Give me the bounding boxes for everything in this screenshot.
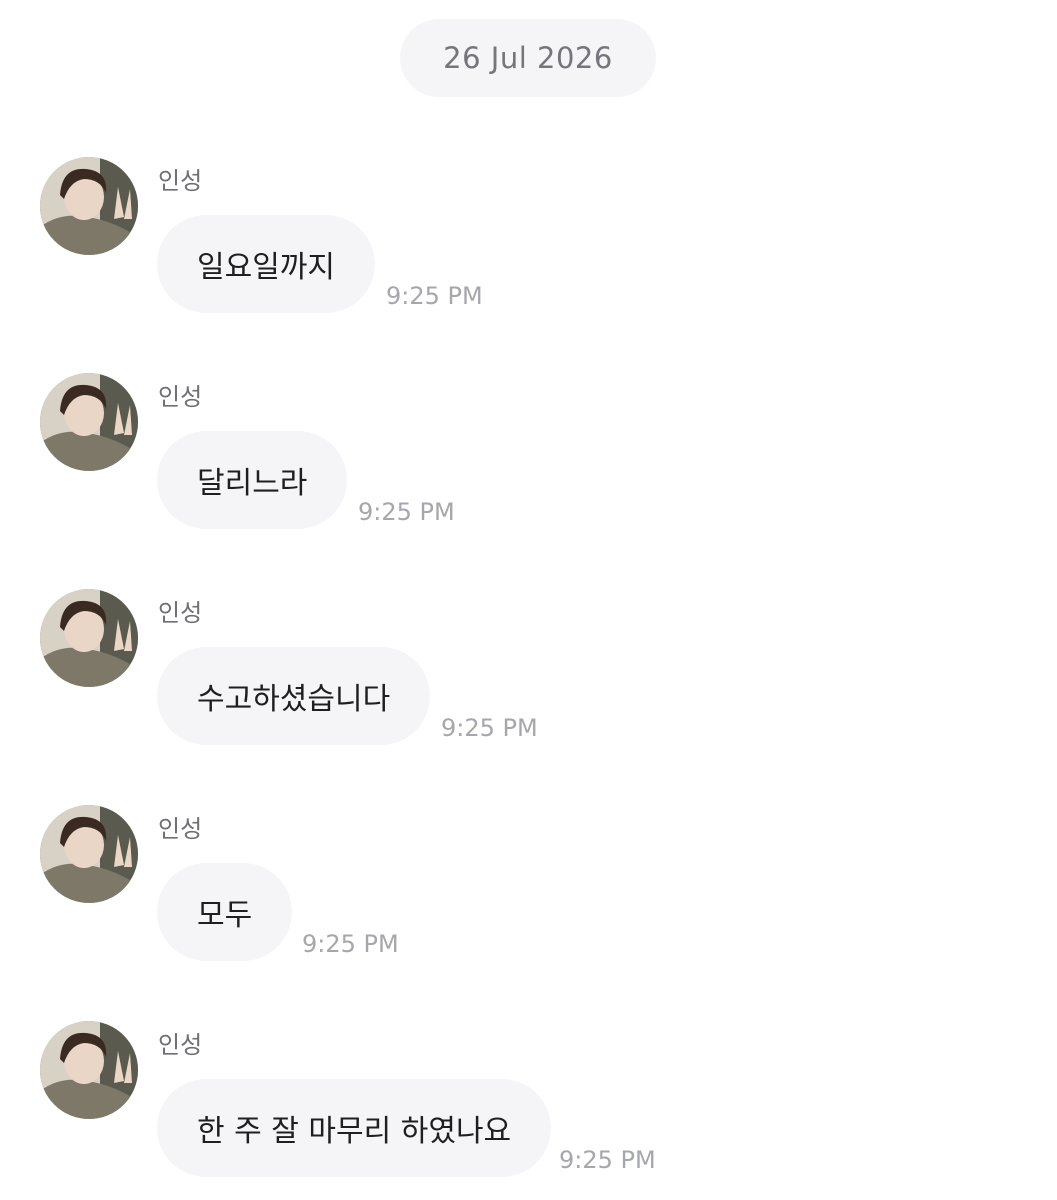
sender-name: 인성	[158, 383, 203, 411]
message-timestamp: 9:25 PM	[386, 282, 483, 310]
sender-avatar[interactable]	[40, 805, 138, 903]
sender-avatar[interactable]	[40, 1021, 138, 1119]
message-row: 인성 수고하셨습니다 9:25 PM	[0, 589, 1057, 769]
message-timestamp: 9:25 PM	[302, 930, 399, 958]
message-row: 인성 모두 9:25 PM	[0, 805, 1057, 985]
sender-avatar[interactable]	[40, 373, 138, 471]
avatar-photo-icon	[40, 589, 138, 687]
message-bubble[interactable]: 모두	[157, 863, 293, 961]
message-timestamp: 9:25 PM	[441, 714, 538, 742]
message-row: 인성 일요일까지 9:25 PM	[0, 157, 1057, 337]
avatar-photo-icon	[40, 157, 138, 255]
message-bubble[interactable]: 일요일까지	[157, 215, 375, 313]
sender-name: 인성	[158, 1031, 203, 1059]
message-timestamp: 9:25 PM	[559, 1146, 656, 1174]
sender-avatar[interactable]	[40, 589, 138, 687]
message-bubble[interactable]: 수고하셨습니다	[157, 647, 431, 745]
message-row: 인성 달리느라 9:25 PM	[0, 373, 1057, 553]
sender-avatar[interactable]	[40, 157, 138, 255]
avatar-photo-icon	[40, 373, 138, 471]
avatar-photo-icon	[40, 805, 138, 903]
message-row: 인성 한 주 잘 마무리 하였나요 9:25 PM	[0, 1021, 1057, 1200]
message-bubble[interactable]: 한 주 잘 마무리 하였나요	[157, 1079, 552, 1177]
sender-name: 인성	[158, 599, 203, 627]
message-timestamp: 9:25 PM	[358, 498, 455, 526]
message-bubble[interactable]: 달리느라	[157, 431, 348, 529]
sender-name: 인성	[158, 815, 203, 843]
date-divider: 26 Jul 2026	[400, 19, 656, 97]
chat-thread[interactable]: 26 Jul 2026 인성 일요일까지 9:25 PM 인성 달리느라 9:2…	[0, 0, 1057, 1200]
avatar-photo-icon	[40, 1021, 138, 1119]
sender-name: 인성	[158, 167, 203, 195]
